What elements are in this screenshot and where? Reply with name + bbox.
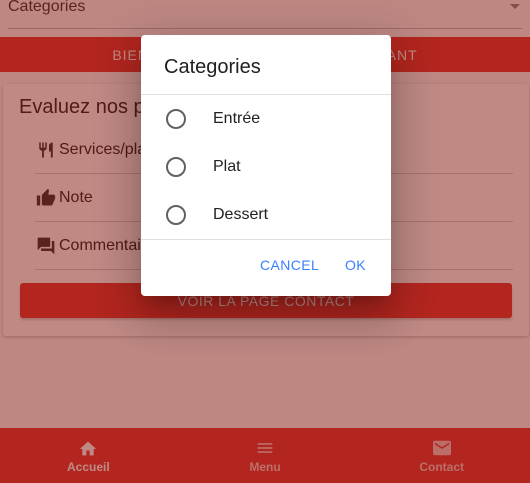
radio-unchecked-icon[interactable]: [166, 109, 186, 129]
option-label: Entrée: [213, 110, 261, 127]
option-label: Dessert: [213, 206, 269, 223]
ok-button[interactable]: OK: [345, 257, 366, 273]
cancel-button[interactable]: CANCEL: [260, 257, 319, 273]
option-label: Plat: [213, 158, 241, 175]
option-dessert[interactable]: Dessert: [141, 191, 391, 239]
radio-unchecked-icon[interactable]: [166, 157, 186, 177]
dialog-title: Categories: [164, 56, 261, 78]
radio-unchecked-icon[interactable]: [166, 205, 186, 225]
dialog-divider: [141, 239, 391, 240]
option-plat[interactable]: Plat: [141, 143, 391, 191]
categories-dialog: Categories Entrée Plat Dessert CANCEL OK: [141, 35, 391, 296]
option-entree[interactable]: Entrée: [141, 95, 391, 143]
